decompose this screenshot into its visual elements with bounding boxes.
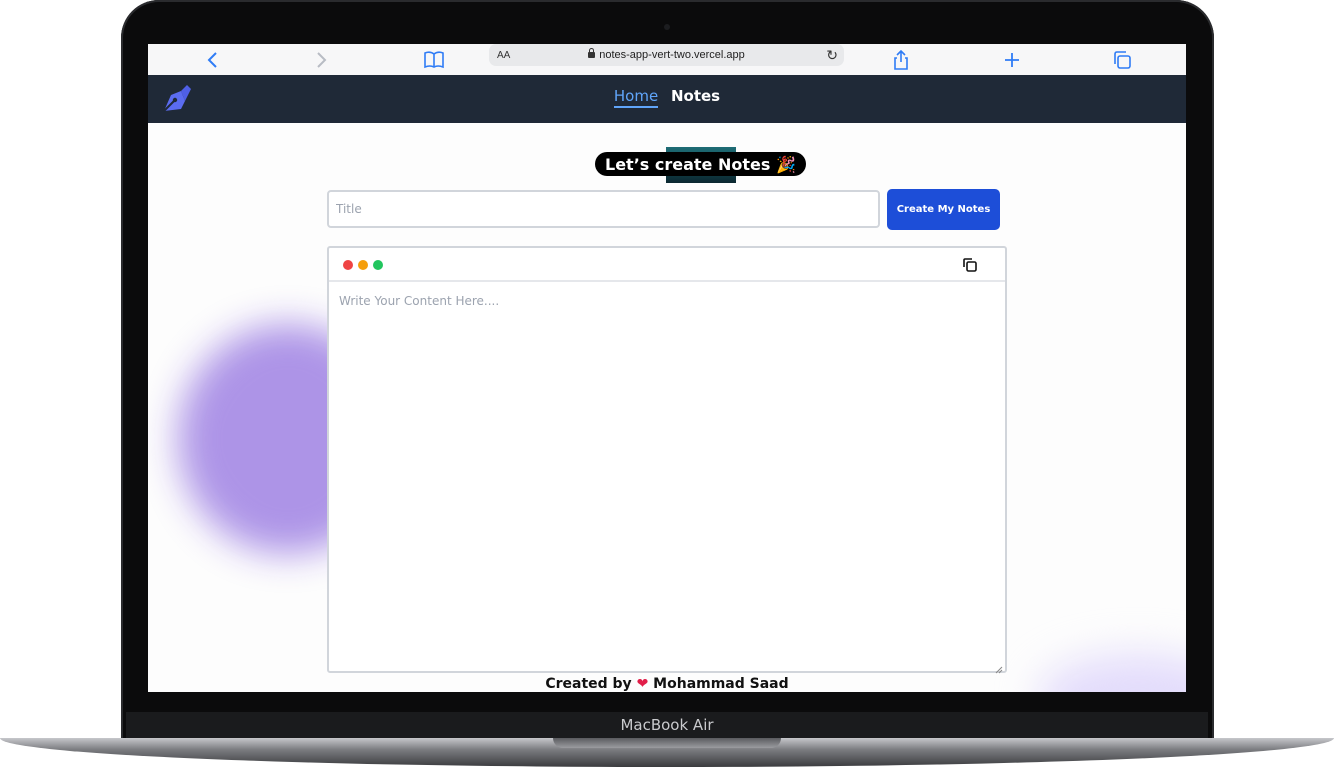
- share-icon[interactable]: [889, 44, 913, 75]
- lock-icon: [588, 48, 596, 58]
- new-tab-icon[interactable]: [1000, 44, 1024, 75]
- bookmarks-icon[interactable]: [420, 44, 448, 75]
- resize-handle-icon[interactable]: [995, 661, 1003, 674]
- heart-icon: ❤: [636, 676, 649, 692]
- nav-links: Home Notes: [148, 87, 1186, 108]
- footer-credit: Created by ❤ Mohammad Saad: [148, 676, 1186, 692]
- footer-author: Mohammad Saad: [653, 676, 789, 692]
- device-label: MacBook Air: [620, 716, 714, 734]
- browser-toolbar: AA notes-app-vert-two.vercel.app ↻: [148, 44, 1186, 75]
- content-textarea[interactable]: [329, 282, 1005, 671]
- footer-prefix: Created by: [545, 676, 632, 692]
- url-value: notes-app-vert-two.vercel.app: [599, 49, 745, 61]
- tabs-icon[interactable]: [1110, 44, 1134, 75]
- editor-header: [329, 248, 1005, 282]
- nav-home-link[interactable]: Home: [613, 87, 659, 108]
- browser-screen: AA notes-app-vert-two.vercel.app ↻ Home …: [148, 44, 1186, 692]
- red-dot-icon: [343, 260, 353, 270]
- back-icon[interactable]: [200, 44, 224, 75]
- page-heading: Let’s create Notes 🎉: [595, 152, 806, 176]
- nav-notes-link[interactable]: Notes: [671, 87, 720, 106]
- copy-icon[interactable]: [962, 257, 978, 273]
- green-dot-icon: [373, 260, 383, 270]
- url-text: notes-app-vert-two.vercel.app: [489, 48, 844, 61]
- title-input[interactable]: [327, 190, 880, 228]
- navbar: Home Notes: [148, 75, 1186, 123]
- yellow-dot-icon: [358, 260, 368, 270]
- note-editor: [327, 246, 1007, 674]
- forward-icon[interactable]: [310, 44, 334, 75]
- camera: [664, 24, 670, 30]
- reload-icon[interactable]: ↻: [826, 47, 838, 64]
- laptop-notch: [553, 738, 781, 748]
- create-notes-button[interactable]: Create My Notes: [887, 189, 1000, 230]
- url-bar[interactable]: AA notes-app-vert-two.vercel.app ↻: [489, 44, 844, 66]
